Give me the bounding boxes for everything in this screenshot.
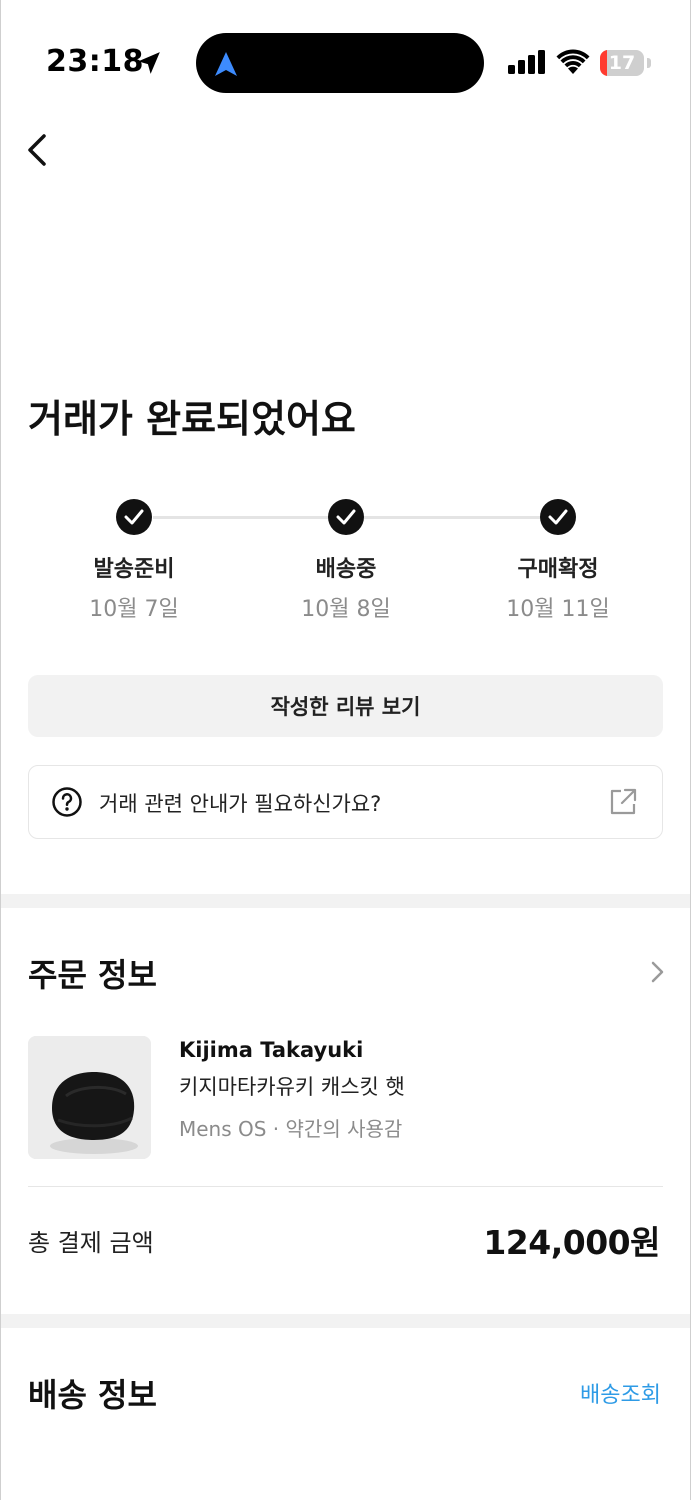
step-label: 배송중: [315, 557, 377, 582]
wifi-icon: [556, 49, 590, 74]
step-date: 10월 8일: [301, 597, 391, 622]
app-screen: 23:18 17 거래가 완료되었어요 발송준비 10월 7일 배송중 10월 …: [0, 0, 691, 1500]
section-divider: [1, 1314, 690, 1328]
step-check-icon: [116, 499, 152, 535]
trade-guide-text: 거래 관련 안내가 필요하신가요?: [99, 792, 382, 816]
hat-product-image: [28, 1036, 151, 1159]
shipping-info-title: 배송 정보: [28, 1376, 157, 1414]
section-divider: [1, 894, 690, 908]
status-time: 23:18: [46, 44, 144, 79]
divider-line: [28, 1186, 663, 1187]
step-date: 10월 11일: [506, 597, 610, 622]
battery-level-text: 17: [608, 52, 636, 74]
external-link-icon: [610, 788, 637, 815]
track-delivery-link[interactable]: 배송조회: [580, 1377, 661, 1409]
chevron-right-icon[interactable]: [648, 960, 666, 984]
step-label: 발송준비: [93, 557, 175, 582]
view-review-button[interactable]: 작성한 리뷰 보기: [28, 675, 663, 737]
question-circle-icon: [52, 787, 82, 817]
step-date: 10월 7일: [89, 597, 179, 622]
page-title: 거래가 완료되었어요: [28, 397, 356, 441]
step-connector: [153, 516, 333, 519]
total-payment-value: 124,000원: [483, 1223, 660, 1262]
product-name: 키지마타카유키 캐스킷 햇: [179, 1075, 405, 1099]
cellular-signal-icon: [508, 50, 545, 74]
step-label: 구매확정: [517, 557, 599, 582]
total-payment-label: 총 결제 금액: [28, 1229, 154, 1257]
navigation-icon: [215, 52, 237, 76]
step-check-icon: [328, 499, 364, 535]
location-arrow-icon: [138, 52, 160, 74]
dynamic-island: [196, 33, 484, 93]
battery-cap: [647, 58, 651, 68]
battery-icon: 17: [600, 50, 644, 76]
product-thumbnail[interactable]: [28, 1036, 151, 1159]
order-info-title: 주문 정보: [28, 956, 157, 994]
product-meta: Mens OS · 약간의 사용감: [179, 1117, 403, 1141]
product-brand: Kijima Takayuki: [179, 1038, 364, 1062]
chevron-left-icon: [28, 134, 46, 166]
step-connector: [364, 516, 544, 519]
back-button[interactable]: [22, 128, 62, 172]
screen-border-left: [0, 0, 1, 1500]
step-check-icon: [540, 499, 576, 535]
trade-guide-link[interactable]: 거래 관련 안내가 필요하신가요?: [28, 765, 663, 839]
